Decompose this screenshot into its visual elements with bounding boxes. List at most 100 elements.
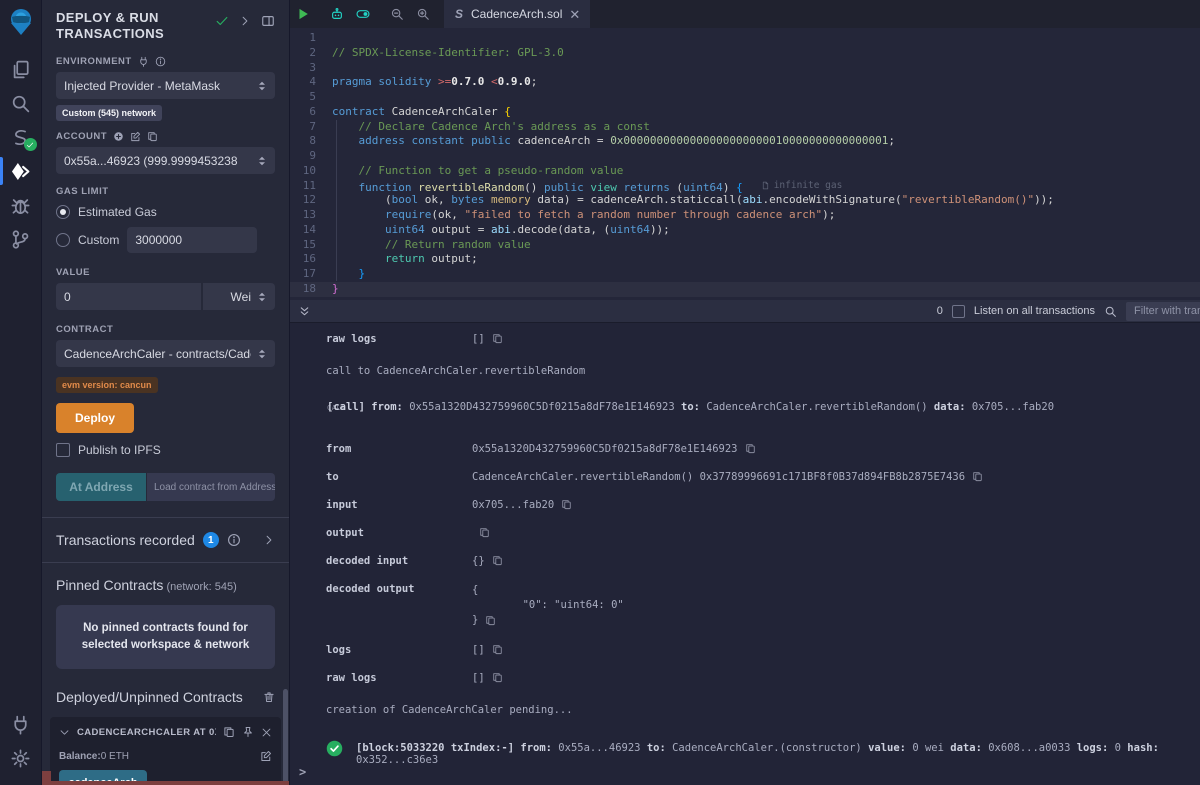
code-line[interactable]: 15 // Return random value: [290, 238, 1200, 253]
code-line[interactable]: 13 require(ok, "failed to fetch a random…: [290, 208, 1200, 223]
add-account-icon[interactable]: [113, 131, 124, 142]
expand-terminal-icon[interactable]: [298, 305, 311, 318]
terminal-filter-input[interactable]: [1126, 302, 1200, 321]
rail-item-file-explorer[interactable]: [0, 52, 42, 86]
copy-icon[interactable]: [492, 672, 503, 683]
chevron-down-icon[interactable]: [59, 727, 70, 738]
code-line[interactable]: 14 uint64 output = abi.decode(data, (uin…: [290, 223, 1200, 238]
copy-icon[interactable]: [972, 471, 983, 482]
code-editor[interactable]: 12// SPDX-License-Identifier: GPL-3.034p…: [290, 28, 1200, 300]
terminal-field-raw-logs[interactable]: raw logs[]: [290, 333, 1200, 345]
info-icon[interactable]: [227, 533, 241, 547]
deployed-contracts-header: Deployed/Unpinned Contracts: [56, 689, 275, 705]
listen-all-label: Listen on all transactions: [974, 305, 1095, 317]
split-panel-icon[interactable]: [261, 14, 275, 28]
terminal-output[interactable]: raw logs[] call to CadenceArchCaler.rever…: [290, 323, 1200, 785]
trash-icon[interactable]: [263, 691, 275, 703]
terminal-field-raw-logs[interactable]: raw logs[]: [290, 672, 1200, 684]
code-line[interactable]: 5: [290, 90, 1200, 105]
chevron-right-icon[interactable]: [239, 15, 251, 27]
account-label: ACCOUNT: [56, 131, 275, 142]
code-line[interactable]: 11 function revertibleRandom() public vi…: [290, 179, 1200, 194]
indent-guide: [336, 120, 337, 281]
copy-account-icon[interactable]: [147, 131, 158, 142]
code-line[interactable]: 4pragma solidity >=0.7.0 <0.9.0;: [290, 75, 1200, 90]
code-line[interactable]: 1: [290, 31, 1200, 46]
terminal-field-logs[interactable]: logs[]: [290, 644, 1200, 656]
close-icon[interactable]: [261, 727, 272, 738]
transactions-recorded-row[interactable]: Transactions recorded 1: [56, 518, 275, 562]
at-address-button[interactable]: At Address: [56, 473, 146, 501]
publish-ipfs-checkbox[interactable]: [56, 443, 70, 457]
copy-icon[interactable]: [479, 527, 490, 538]
terminal-message[interactable]: call to CadenceArchCaler.revertibleRando…: [290, 365, 1200, 377]
code-line[interactable]: 8 address constant public cadenceArch = …: [290, 134, 1200, 149]
listen-all-checkbox[interactable]: [952, 305, 965, 318]
at-address-input[interactable]: Load contract from Address: [147, 473, 275, 501]
code-line[interactable]: 16 return output;: [290, 252, 1200, 267]
contract-select[interactable]: CadenceArchCaler - contracts/CadenceArch…: [56, 340, 275, 367]
copy-icon[interactable]: [492, 555, 503, 566]
rail-item-deploy-and-run[interactable]: [0, 154, 42, 188]
custom-gas-input[interactable]: 3000000: [127, 227, 257, 253]
field-value: 0x705...fab20: [472, 499, 572, 511]
code-line[interactable]: 7 // Declare Cadence Arch's address as a…: [290, 120, 1200, 135]
tab-cadencearch-sol[interactable]: S CadenceArch.sol ✕: [444, 0, 590, 28]
terminal-message[interactable]: creation of CadenceArchCaler pending...: [290, 704, 1200, 716]
call-log-line[interactable]: CALL[call] from: 0x55a1320D432759960C5Df…: [290, 401, 1200, 413]
ai-assistant-icon[interactable]: [324, 0, 350, 28]
rail-item-solidity-compiler[interactable]: [0, 120, 42, 154]
rail-item-debugger[interactable]: [0, 188, 42, 222]
terminal-field-output[interactable]: output: [290, 527, 1200, 539]
terminal-field-from[interactable]: from0x55a1320D432759960C5Df0215a8dF78e1E…: [290, 443, 1200, 455]
close-tab-icon[interactable]: ✕: [569, 8, 580, 21]
zoom-out-icon[interactable]: [384, 0, 410, 28]
terminal-field-input[interactable]: input0x705...fab20: [290, 499, 1200, 511]
environment-select[interactable]: Injected Provider - MetaMask: [56, 72, 275, 99]
code-line[interactable]: 2// SPDX-License-Identifier: GPL-3.0: [290, 46, 1200, 61]
transaction-success-line[interactable]: [block:5033220 txIndex:-] from: 0x55a...…: [290, 742, 1200, 766]
code-line[interactable]: 17 }: [290, 267, 1200, 282]
deploy-button[interactable]: Deploy: [56, 403, 134, 433]
estimated-gas-radio[interactable]: [56, 205, 70, 219]
plug-icon[interactable]: [138, 56, 149, 67]
terminal-header: 0 Listen on all transactions: [290, 300, 1200, 323]
copilot-toggle-icon[interactable]: [350, 0, 376, 28]
account-select[interactable]: 0x55a...46923 (999.9999453238: [56, 147, 275, 174]
value-input[interactable]: 0: [56, 283, 201, 310]
code-line[interactable]: 12 (bool ok, bytes memory data) = cadenc…: [290, 193, 1200, 208]
search-icon[interactable]: [1104, 305, 1117, 318]
code-line[interactable]: 3: [290, 61, 1200, 76]
pin-icon[interactable]: [242, 726, 254, 738]
code-line[interactable]: 9: [290, 149, 1200, 164]
copy-icon[interactable]: [492, 333, 503, 344]
code-line[interactable]: 18}: [290, 282, 1200, 297]
value-unit-select[interactable]: Wei: [203, 283, 275, 310]
rail-item-search[interactable]: [0, 86, 42, 120]
terminal-field-decoded-input[interactable]: decoded input{}: [290, 555, 1200, 567]
copy-icon[interactable]: [485, 615, 496, 626]
edit-icon[interactable]: [260, 750, 272, 762]
copy-icon[interactable]: [561, 499, 572, 510]
terminal-field-decoded-output[interactable]: decoded output{ "0": "uint64: 0"}: [290, 583, 1200, 628]
field-value: []: [472, 672, 503, 684]
chevron-right-icon[interactable]: [263, 534, 275, 546]
info-icon[interactable]: [155, 56, 166, 67]
rail-item-settings[interactable]: [0, 741, 42, 775]
panel-scrollbar[interactable]: [283, 689, 288, 785]
terminal-prompt[interactable]: >: [299, 765, 306, 779]
rail-item-git[interactable]: [0, 222, 42, 256]
copy-icon[interactable]: [223, 726, 235, 738]
rail-item-plugin-manager[interactable]: [0, 707, 42, 741]
terminal-field-to[interactable]: toCadenceArchCaler.revertibleRandom() 0x…: [290, 471, 1200, 483]
run-script-button[interactable]: [290, 0, 316, 28]
code-line[interactable]: 6contract CadenceArchCaler {: [290, 105, 1200, 120]
code-line[interactable]: 10 // Function to get a pseudo-random va…: [290, 164, 1200, 179]
copy-icon[interactable]: [492, 644, 503, 655]
copy-icon[interactable]: [745, 443, 756, 454]
remix-logo-icon[interactable]: [7, 6, 35, 36]
success-check-icon[interactable]: [326, 740, 343, 757]
custom-gas-radio[interactable]: [56, 233, 70, 247]
edit-account-icon[interactable]: [130, 131, 141, 142]
zoom-in-icon[interactable]: [410, 0, 436, 28]
